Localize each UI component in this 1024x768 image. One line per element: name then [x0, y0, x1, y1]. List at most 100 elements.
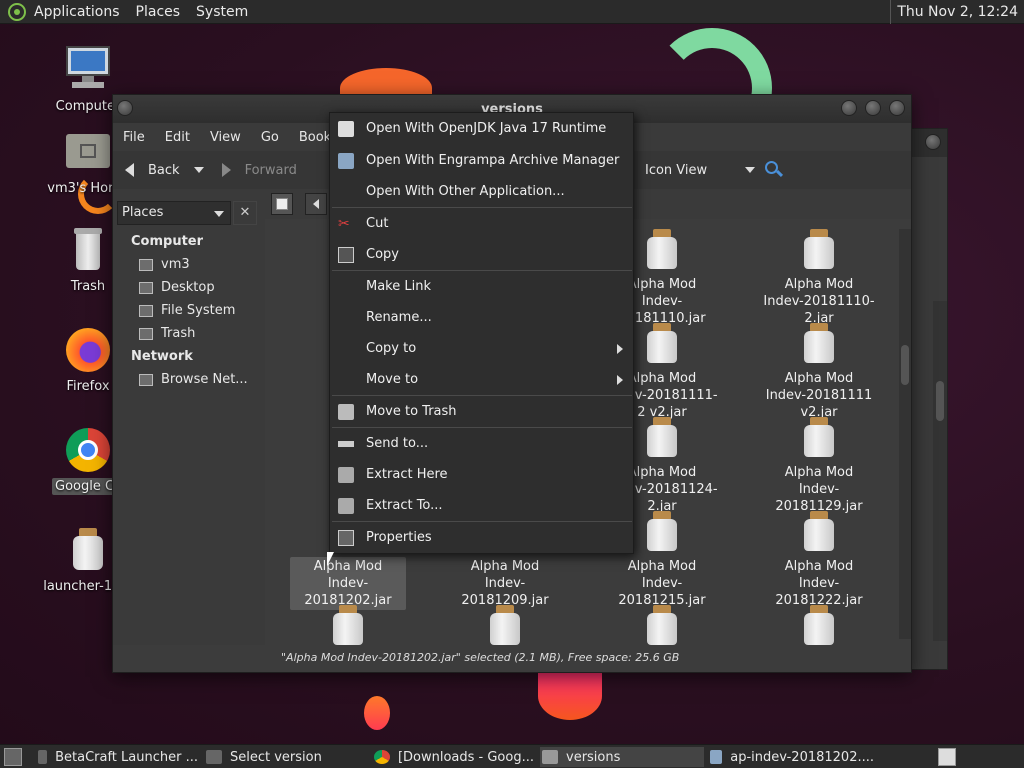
file-item[interactable]: [761, 605, 877, 647]
forward-label: Forward: [244, 162, 297, 178]
sidebar-item-file-system[interactable]: File System: [139, 303, 235, 318]
taskbar-item[interactable]: ap-indev-20181202....: [710, 747, 874, 767]
jar-icon: [333, 605, 363, 645]
close-button[interactable]: [925, 134, 941, 150]
sidebar-item-vm3[interactable]: vm3: [139, 257, 190, 272]
view-mode-combo[interactable]: Icon View: [645, 163, 756, 178]
trash-icon: [64, 226, 112, 274]
properties-icon: [338, 529, 354, 546]
extract-icon: [338, 466, 354, 483]
file-item[interactable]: Alpha Mod Indev-20181129.jar: [761, 417, 877, 516]
path-left-button[interactable]: [305, 193, 327, 215]
taskbar-item-active[interactable]: versions: [540, 747, 704, 767]
menu-item-extract-here[interactable]: Extract Here: [330, 459, 633, 490]
taskbar-item[interactable]: Select version: [206, 747, 366, 767]
menu-file[interactable]: File: [113, 130, 155, 145]
file-item[interactable]: Alpha Mod Indev-20181222.jar: [761, 511, 877, 610]
menu-item-copy-to[interactable]: Copy to: [330, 333, 633, 364]
menu-item-make-link[interactable]: Make Link: [330, 271, 633, 302]
places-combo-label: Places: [122, 205, 164, 220]
menu-item-label: Cut: [366, 216, 389, 231]
background-window-scrollbar[interactable]: [933, 301, 947, 641]
sidebar-item-label: Browse Net...: [161, 372, 248, 387]
vertical-scrollbar[interactable]: [899, 229, 911, 639]
places-combo[interactable]: Places: [117, 201, 231, 225]
extract-icon: [338, 497, 354, 514]
menu-item-move-to-trash[interactable]: Move to Trash: [330, 396, 633, 427]
menu-item-open-with-java[interactable]: Open With OpenJDK Java 17 Runtime: [330, 113, 633, 144]
back-history-dropdown[interactable]: [193, 167, 204, 173]
search-icon[interactable]: [765, 161, 784, 179]
sidebar-item-desktop[interactable]: Desktop: [139, 280, 215, 295]
maximize-button[interactable]: [865, 100, 881, 116]
menu-item-copy[interactable]: Copy: [330, 239, 633, 270]
taskbar-item[interactable]: BetaCraft Launcher ...: [38, 747, 198, 767]
menu-edit[interactable]: Edit: [155, 130, 200, 145]
edit-location-button[interactable]: [271, 193, 293, 215]
menu-item-label: Make Link: [366, 279, 431, 294]
java-icon: [338, 120, 354, 137]
menu-item-label: Open With Engrampa Archive Manager: [366, 153, 620, 168]
mouse-pointer-icon: [327, 552, 334, 566]
menu-item-extract-to[interactable]: Extract To...: [330, 490, 633, 521]
back-button[interactable]: Back: [125, 163, 180, 178]
taskbar-item-label: BetaCraft Launcher ...: [55, 749, 198, 765]
home-folder-icon: [139, 258, 153, 271]
menu-go[interactable]: Go: [251, 130, 289, 145]
sidebar-item-trash[interactable]: Trash: [139, 326, 195, 341]
taskbar-item-label: Select version: [230, 749, 322, 765]
close-button[interactable]: [889, 100, 905, 116]
show-desktop-button[interactable]: [4, 748, 22, 766]
jar-icon: [647, 323, 677, 363]
taskbar: BetaCraft Launcher ... Select version [D…: [0, 744, 1024, 768]
jar-icon: [64, 526, 112, 574]
back-label: Back: [148, 162, 180, 178]
chrome-icon: [374, 750, 390, 764]
file-name: Alpha Mod Indev-20181110-2.jar: [763, 277, 875, 326]
sidebar-item-label: Desktop: [161, 280, 215, 295]
scrollbar-thumb[interactable]: [901, 345, 909, 385]
file-item[interactable]: Alpha Mod Indev-20181111 v2.jar: [761, 323, 877, 422]
file-item[interactable]: [290, 605, 406, 647]
jar-icon: [490, 605, 520, 645]
forward-button[interactable]: Forward: [221, 162, 297, 178]
taskbar-item-label: [Downloads - Goog...: [397, 749, 534, 765]
menu-item-send-to[interactable]: Send to...: [330, 428, 633, 459]
places-menu[interactable]: Places: [128, 4, 189, 20]
menu-item-label: Move to Trash: [366, 404, 457, 419]
workspace-switcher[interactable]: [938, 748, 956, 766]
menu-item-cut[interactable]: ✂ Cut: [330, 208, 633, 239]
close-sidebar-button[interactable]: ✕: [233, 201, 257, 225]
submenu-arrow-icon: [617, 374, 623, 385]
sidebar-item-label: Trash: [161, 326, 196, 341]
menu-item-label: Copy to: [366, 341, 417, 356]
menu-item-label: Rename...: [366, 310, 432, 325]
file-name: Alpha Mod Indev-20181215.jar: [618, 559, 706, 608]
menu-item-open-with-engrampa[interactable]: Open With Engrampa Archive Manager: [330, 145, 633, 176]
sidebar-item-browse-network[interactable]: Browse Net...: [139, 372, 248, 387]
computer-icon: [64, 46, 112, 94]
menu-item-move-to[interactable]: Move to: [330, 364, 633, 395]
jar-icon: [804, 605, 834, 645]
taskbar-item-label: versions: [566, 749, 621, 765]
applications-menu[interactable]: Applications: [26, 4, 128, 20]
file-item[interactable]: [447, 605, 563, 647]
jar-icon: [804, 417, 834, 457]
distro-logo-icon[interactable]: [8, 2, 26, 21]
jar-icon: [804, 323, 834, 363]
chrome-icon: [64, 426, 112, 474]
menu-view[interactable]: View: [200, 130, 251, 145]
desktop-folder-icon: [139, 281, 153, 294]
menu-item-label: Extract Here: [366, 467, 448, 482]
menu-item-rename[interactable]: Rename...: [330, 302, 633, 333]
jar-icon: [647, 605, 677, 645]
network-icon: [139, 373, 153, 386]
minimize-button[interactable]: [841, 100, 857, 116]
file-item[interactable]: [604, 605, 720, 647]
menu-item-open-with-other[interactable]: Open With Other Application...: [330, 176, 633, 207]
system-menu[interactable]: System: [188, 4, 256, 20]
taskbar-item[interactable]: [Downloads - Goog...: [374, 747, 534, 767]
menu-item-properties[interactable]: Properties: [330, 522, 633, 553]
file-item[interactable]: Alpha Mod Indev-20181110-2.jar: [761, 229, 877, 328]
clock[interactable]: Thu Nov 2, 12:24: [890, 0, 1018, 24]
